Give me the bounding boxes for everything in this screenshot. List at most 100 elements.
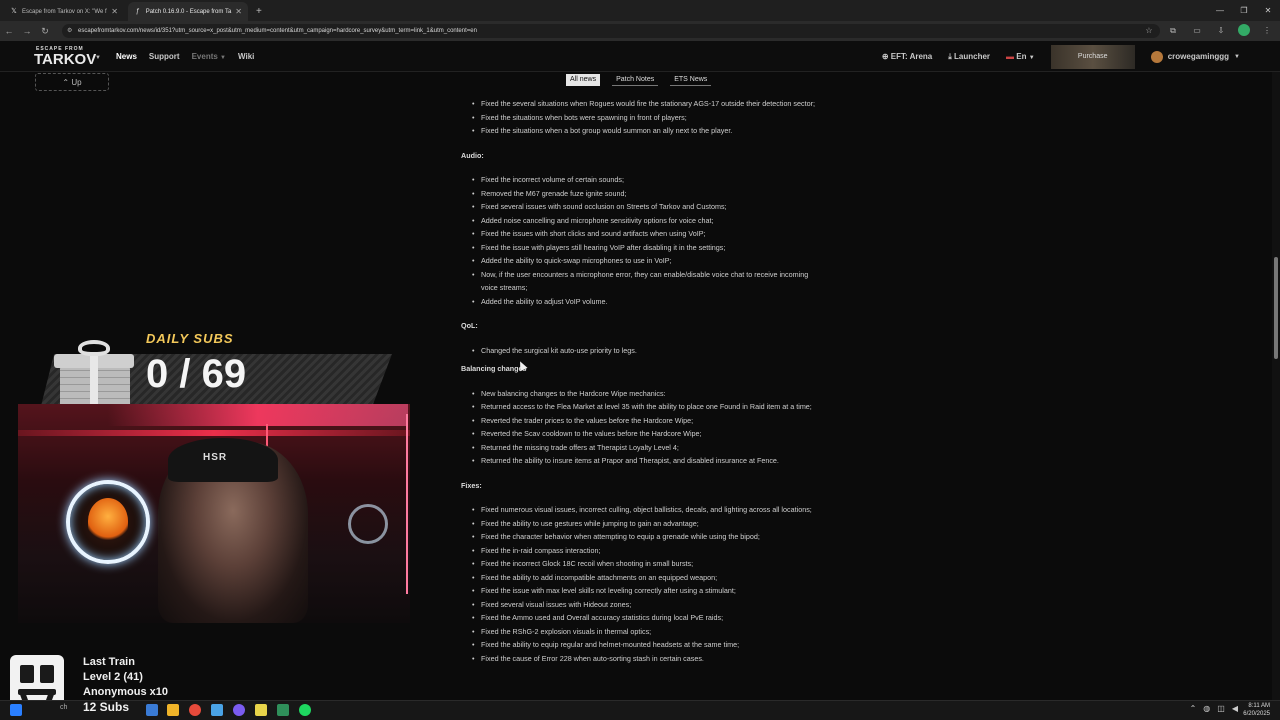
arena-icon: ⊕ — [881, 52, 889, 61]
led-strip — [18, 430, 410, 436]
download-icon[interactable]: ⇩ — [1214, 24, 1228, 38]
user-menu[interactable]: crowegaminggg ▼ — [1150, 50, 1240, 63]
app-icon[interactable] — [277, 704, 289, 716]
led-strip — [406, 414, 408, 594]
reload-icon[interactable]: ↻ — [36, 26, 54, 37]
notes-icon[interactable] — [255, 704, 267, 716]
spotify-icon[interactable] — [299, 704, 311, 716]
chevron-down-icon: ▼ — [1234, 53, 1240, 60]
network-icon[interactable]: ◫ — [1217, 704, 1225, 713]
toolbar-icons: ☆ ⧉ ▭ ⇩ ⋮ — [1142, 24, 1274, 38]
back-icon[interactable]: ← — [0, 26, 18, 36]
header-right: ⊕ EFT: Arena ⤓ Launcher ▬ En ▼ Purchase … — [882, 41, 1240, 72]
mic-icon[interactable]: ◍ — [1203, 704, 1210, 713]
nav-news[interactable]: News — [116, 52, 137, 61]
profile-avatar[interactable] — [1238, 24, 1250, 36]
tab-title: Escape from Tarkov on X: "We f — [22, 8, 107, 15]
nav-arena[interactable]: ⊕ EFT: Arena — [882, 52, 932, 61]
tab-patch-notes-filter[interactable]: Patch Notes — [612, 74, 659, 86]
url-field[interactable]: ⚙ escapefromtarkov.com/news/id/351?utm_s… — [62, 24, 1160, 38]
chevron-down-icon: ▼ — [220, 55, 226, 61]
list-item: Fixed numerous visual issues, incorrect … — [472, 503, 821, 517]
list-item: Fixed several issues with sound occlusio… — [472, 200, 821, 214]
language-label: En — [1016, 52, 1027, 61]
train-window — [20, 665, 34, 683]
daily-subs-label: DAILY SUBS — [146, 331, 234, 346]
user-avatar — [1150, 50, 1163, 63]
start-icon[interactable] — [10, 704, 22, 716]
chevron-down-icon: ▼ — [1028, 55, 1035, 61]
discord-icon[interactable] — [233, 704, 245, 716]
list-item: Fixed the several situations when Rogues… — [472, 97, 821, 111]
volume-icon[interactable]: ◀ — [1232, 704, 1238, 713]
purchase-button[interactable]: Purchase — [1050, 44, 1135, 69]
tab-ets-news[interactable]: ETS News — [670, 74, 712, 86]
username: crowegaminggg — [1167, 52, 1230, 61]
menu-icon[interactable]: ⋮ — [1260, 24, 1274, 38]
extensions-icon[interactable]: ⧉ — [1166, 24, 1180, 38]
restore-icon[interactable]: ❐ — [1232, 0, 1256, 21]
list-item: Fixed the in-raid compass interaction; — [472, 544, 821, 558]
task-view-icon[interactable] — [146, 704, 158, 716]
list-item: Fixed the cause of Error 228 when auto-s… — [472, 652, 821, 666]
clock[interactable]: 8:11 AM 6/20/2025 — [1243, 702, 1270, 718]
page-scrollbar[interactable] — [1272, 72, 1280, 700]
site-header: ESCAPE FROM TARKOV ▼ News Support Events… — [0, 41, 1280, 72]
nav-events-label: Events — [191, 52, 218, 61]
taskbar-search[interactable]: ch — [60, 704, 67, 711]
gift-bow — [78, 340, 110, 356]
browser-tab-bar: 𝕏 Escape from Tarkov on X: "We f ✕ ƒ Pat… — [0, 0, 1280, 21]
list-item: Added the ability to quick-swap micropho… — [472, 254, 821, 268]
nav-events[interactable]: Events ▼ — [192, 52, 226, 61]
chrome-icon[interactable] — [189, 704, 201, 716]
close-window-icon[interactable]: ✕ — [1256, 0, 1280, 21]
address-toolbar: ← → ↻ ⚙ escapefromtarkov.com/news/id/351… — [0, 21, 1280, 41]
language-select[interactable]: ▬ En ▼ — [1006, 52, 1035, 61]
scroll-up-button[interactable]: ⌃ Up — [35, 73, 109, 91]
bookmark-star-icon[interactable]: ☆ — [1142, 24, 1156, 38]
list-item: Fixed several visual issues with Hideout… — [472, 598, 821, 612]
nav-support[interactable]: Support — [149, 52, 180, 61]
minimize-icon[interactable]: — — [1208, 0, 1232, 21]
settings-icon[interactable] — [211, 704, 223, 716]
subs-badge: 12 Subs — [83, 700, 130, 714]
scrollbar-thumb[interactable] — [1274, 257, 1278, 359]
nav-launcher[interactable]: ⤓ Launcher — [948, 52, 990, 62]
cap-logo-text: HSR — [203, 452, 228, 463]
site-info-icon[interactable]: ⚙ — [67, 24, 72, 38]
forward-icon[interactable]: → — [18, 26, 36, 36]
list-item: Removed the M67 grenade fuze ignite soun… — [472, 187, 821, 201]
tab-all-news[interactable]: All news — [566, 74, 601, 86]
uk-flag-icon: ▬ — [1006, 52, 1015, 61]
list-item: Returned the ability to insure items at … — [472, 454, 821, 468]
train-window — [40, 665, 54, 683]
sidebar-icon[interactable]: ▭ — [1190, 24, 1204, 38]
list-item: Fixed the issue with max level skills no… — [472, 584, 821, 598]
close-icon[interactable]: ✕ — [111, 7, 118, 16]
tab-patch-notes[interactable]: ƒ Patch 0.16.9.0 - Escape from Ta ✕ — [128, 2, 248, 21]
train-name: Last Train — [83, 656, 135, 668]
list-item: Fixed the character behavior when attemp… — [472, 530, 821, 544]
list-audio: Fixed the incorrect volume of certain so… — [461, 173, 821, 308]
news-subtabs: All news Patch Notes ETS News — [566, 74, 712, 86]
new-tab-button[interactable]: + — [256, 2, 262, 21]
chevron-up-icon[interactable]: ⌃ — [1190, 704, 1197, 713]
download-icon: ⤓ — [948, 51, 952, 61]
logo-big-text: TARKOV — [34, 51, 97, 68]
nav-wiki[interactable]: Wiki — [238, 52, 254, 61]
chevron-up-icon: ⌃ — [62, 78, 70, 87]
list-item: New balancing changes to the Hardcore Wi… — [472, 387, 821, 401]
tarkov-favicon-icon: ƒ — [135, 7, 140, 15]
close-icon[interactable]: ✕ — [235, 7, 242, 16]
chevron-down-icon[interactable]: ▼ — [95, 55, 101, 61]
file-explorer-icon[interactable] — [167, 704, 179, 716]
train-level: Level 2 (41) — [83, 671, 143, 683]
list-item: Fixed the Ammo used and Overall accuracy… — [472, 611, 821, 625]
section-title-audio: Audio: — [461, 150, 484, 160]
list-item: Fixed the issues with short clicks and s… — [472, 227, 821, 241]
tab-x-post[interactable]: 𝕏 Escape from Tarkov on X: "We f ✕ — [4, 2, 124, 21]
webcam-feed: HSR — [18, 404, 410, 623]
tarkov-logo[interactable]: ESCAPE FROM TARKOV ▼ — [34, 46, 101, 68]
list-item: Now, if the user encounters a microphone… — [472, 268, 821, 295]
list-item: Fixed the ability to use gestures while … — [472, 517, 821, 531]
